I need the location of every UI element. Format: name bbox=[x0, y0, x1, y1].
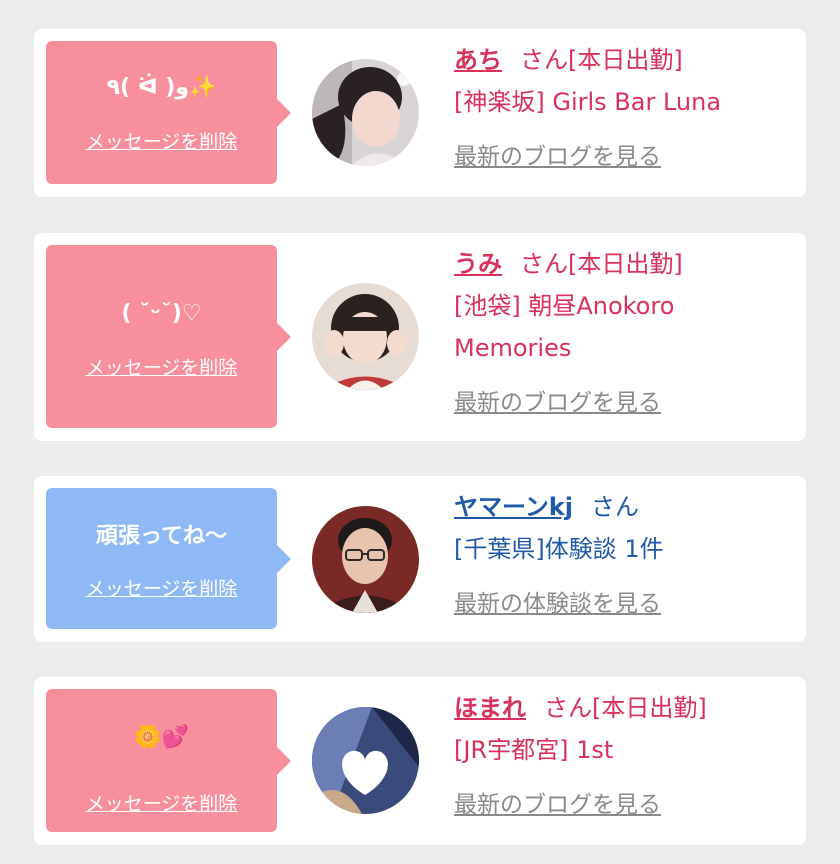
cast-info: ほまれ さん[本日出勤] [JR宇都宮] 1st 最新のブログを見る bbox=[454, 687, 799, 826]
delete-message-link[interactable]: メッセージを削除 bbox=[46, 574, 277, 601]
link-line: 最新のブログを見る bbox=[454, 381, 799, 424]
latest-blog-link[interactable]: 最新のブログを見る bbox=[454, 136, 661, 178]
latest-blog-link[interactable]: 最新のブログを見る bbox=[454, 784, 661, 826]
user-info: ヤマーンkj さん [千葉県]体験談 1件 最新の体験談を見る bbox=[454, 486, 799, 625]
name-line: ヤマーンkj さん bbox=[454, 486, 799, 528]
shop-name-continued: Memories bbox=[454, 334, 572, 362]
link-line: 最新の体験談を見る bbox=[454, 582, 799, 625]
latest-blog-link[interactable]: 最新のブログを見る bbox=[454, 382, 661, 424]
message-bubble: 頑張ってね〜 メッセージを削除 bbox=[46, 488, 291, 629]
message-bubble: ( ˘ᵕ˘)♡ メッセージを削除 bbox=[46, 245, 291, 428]
avatar[interactable] bbox=[312, 506, 419, 613]
shop-name: [池袋] 朝昼Anokoro bbox=[454, 292, 675, 320]
cast-info: あち さん[本日出勤] [神楽坂] Girls Bar Luna 最新のブログを見… bbox=[454, 39, 799, 178]
message-text: ٩( ᐛ )و✨ bbox=[106, 75, 217, 100]
delete-message-link[interactable]: メッセージを削除 bbox=[46, 353, 277, 380]
avatar[interactable] bbox=[312, 283, 419, 390]
message-text: ( ˘ᵕ˘)♡ bbox=[121, 301, 202, 326]
message-card: ٩( ᐛ )و✨ メッセージを削除 あち さん[本日出勤] [神楽坂] Girls… bbox=[34, 29, 806, 197]
review-count: [千葉県]体験談 1件 bbox=[454, 535, 664, 563]
delete-message-link[interactable]: メッセージを削除 bbox=[46, 789, 277, 816]
avatar[interactable] bbox=[312, 707, 419, 814]
cast-info: うみ さん[本日出勤] [池袋] 朝昼Anokoro Memories 最新のブロ… bbox=[454, 243, 799, 424]
heart-sticker-photo-icon bbox=[312, 707, 419, 814]
woman-selfie-photo-icon bbox=[312, 59, 419, 166]
name-line: うみ さん[本日出勤] bbox=[454, 243, 799, 285]
message-card: 頑張ってね〜 メッセージを削除 ヤマーンkj さん [千葉県]体験談 1件 最新の… bbox=[34, 476, 806, 642]
avatar[interactable] bbox=[312, 59, 419, 166]
message-card: ( ˘ᵕ˘)♡ メッセージを削除 うみ さん[本日出勤] [池袋] 朝昼Anoko… bbox=[34, 233, 806, 441]
woman-peace-sign-photo-icon bbox=[312, 283, 419, 390]
status-text: さん bbox=[591, 493, 639, 521]
cast-name-link[interactable]: あち bbox=[454, 46, 502, 74]
status-text: さん[本日出勤] bbox=[544, 694, 707, 722]
message-text: 🌼💕 bbox=[134, 725, 189, 750]
shop-name: [神楽坂] Girls Bar Luna bbox=[454, 88, 722, 116]
link-line: 最新のブログを見る bbox=[454, 783, 799, 826]
name-line: あち さん[本日出勤] bbox=[454, 39, 799, 81]
message-card: 🌼💕 メッセージを削除 ほまれ さん[本日出勤] [JR宇都宮] 1st 最新のブ… bbox=[34, 677, 806, 845]
man-glasses-photo-icon bbox=[312, 506, 419, 613]
status-text: さん[本日出勤] bbox=[520, 250, 683, 278]
link-line: 最新のブログを見る bbox=[454, 135, 799, 178]
name-line: ほまれ さん[本日出勤] bbox=[454, 687, 799, 729]
message-bubble: 🌼💕 メッセージを削除 bbox=[46, 689, 291, 832]
message-text: 頑張ってね〜 bbox=[96, 524, 227, 549]
delete-message-link[interactable]: メッセージを削除 bbox=[46, 127, 277, 154]
cast-name-link[interactable]: うみ bbox=[454, 250, 502, 278]
message-bubble: ٩( ᐛ )و✨ メッセージを削除 bbox=[46, 41, 291, 184]
cast-name-link[interactable]: ほまれ bbox=[454, 694, 526, 722]
status-text: さん[本日出勤] bbox=[520, 46, 683, 74]
latest-review-link[interactable]: 最新の体験談を見る bbox=[454, 583, 661, 625]
shop-name: [JR宇都宮] 1st bbox=[454, 736, 614, 764]
user-name-link[interactable]: ヤマーンkj bbox=[454, 493, 573, 521]
